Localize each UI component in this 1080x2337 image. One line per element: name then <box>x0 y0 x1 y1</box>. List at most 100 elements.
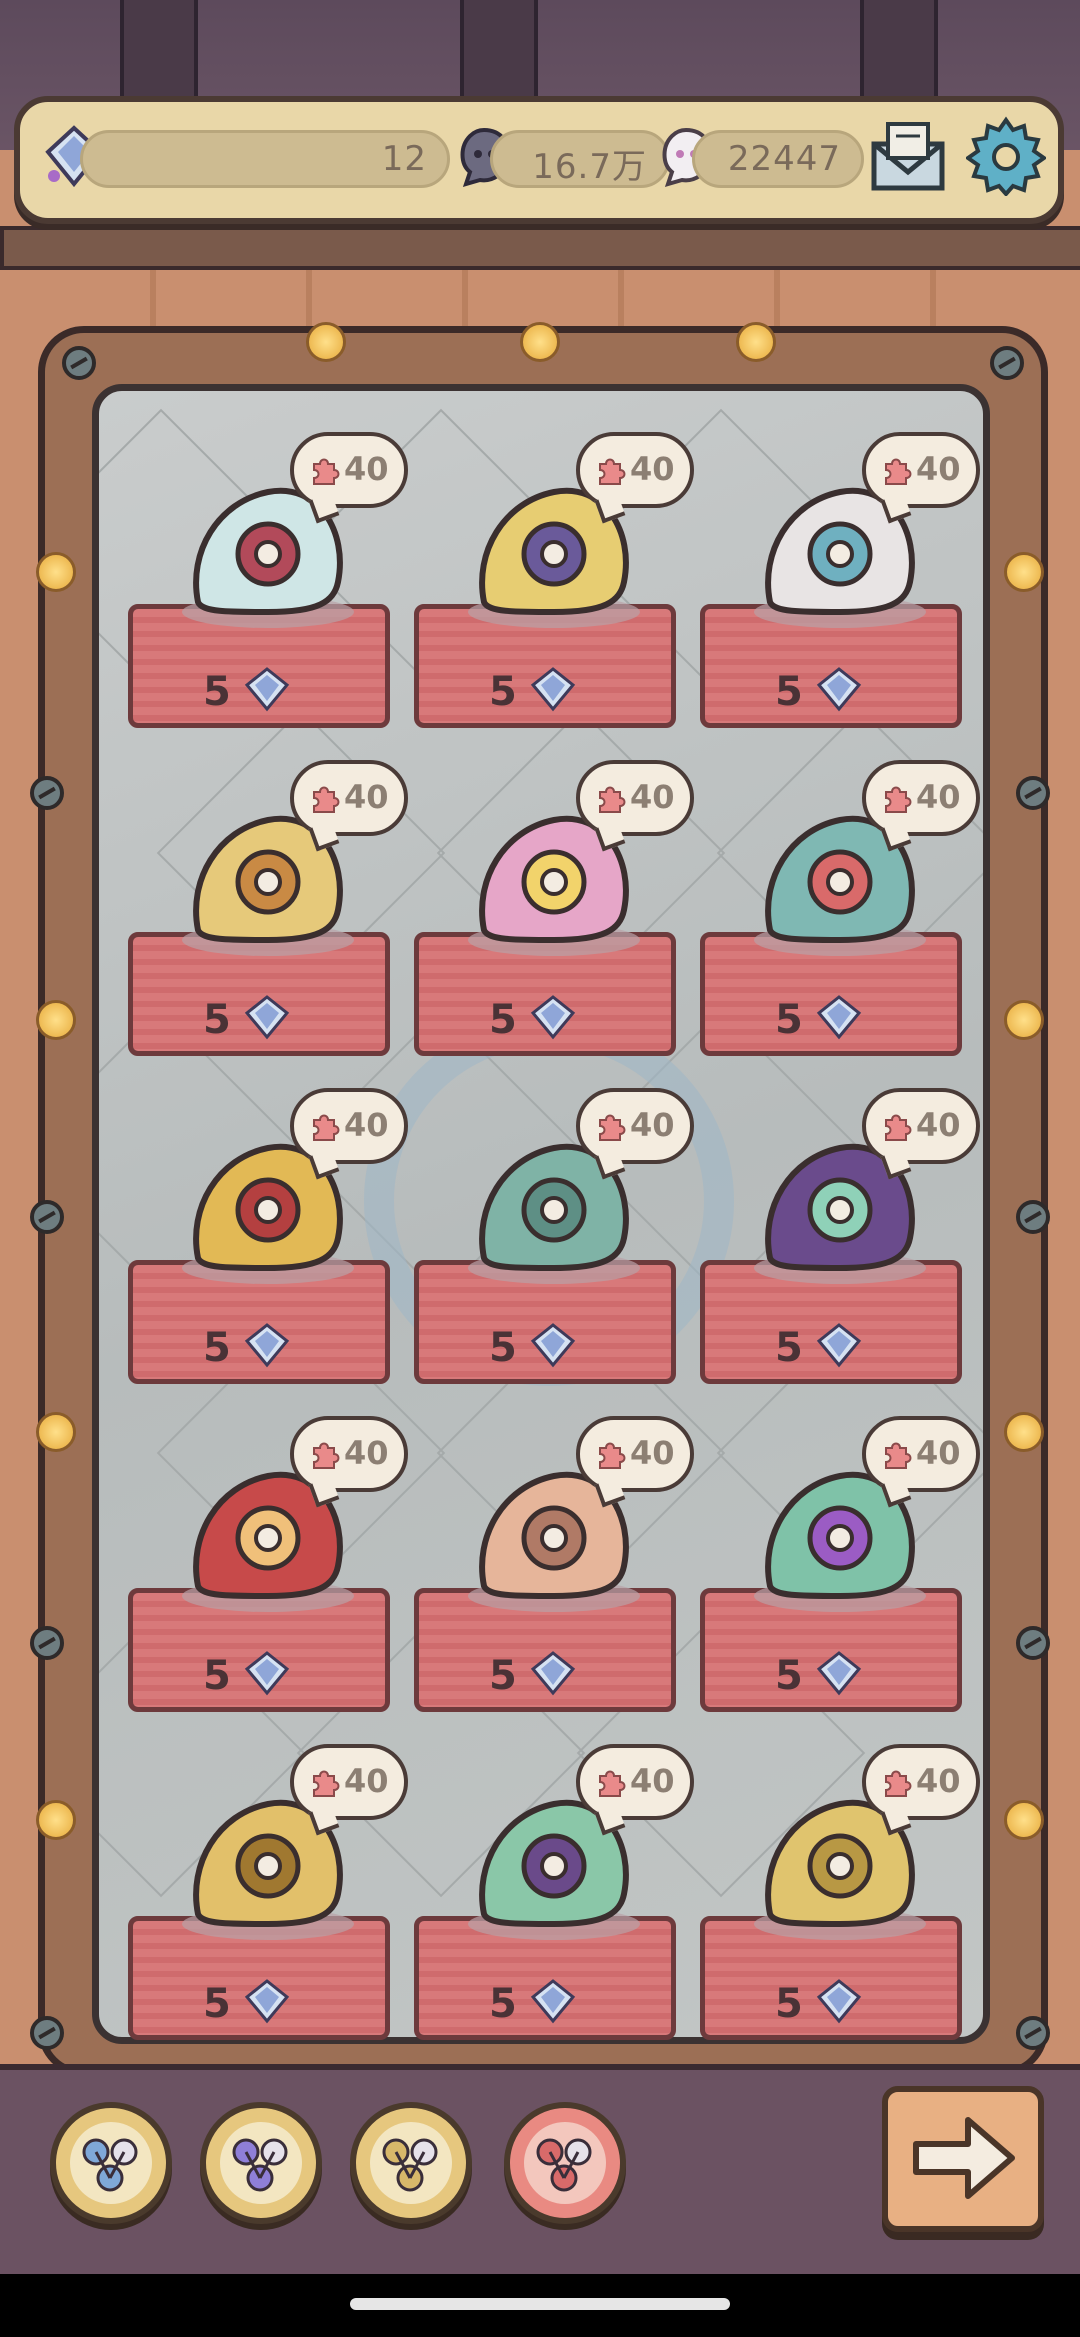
lamp <box>36 552 76 592</box>
lamp <box>1004 1412 1044 1452</box>
item-price: 5 <box>203 669 231 715</box>
reward-bubble: 40 <box>862 1088 980 1164</box>
reward-bubble: 40 <box>290 1088 408 1164</box>
home-indicator[interactable] <box>350 2298 730 2310</box>
dark-soul-counter: 16.7万 <box>490 130 670 188</box>
gem-icon <box>530 1979 576 2024</box>
gem-icon <box>530 667 576 712</box>
reward-bubble: 40 <box>576 1744 694 1820</box>
gem-icon <box>244 667 290 712</box>
reward-count: 40 <box>916 450 961 488</box>
reward-count: 40 <box>344 778 389 816</box>
lamp <box>736 322 776 362</box>
reward-count: 40 <box>630 778 675 816</box>
gem-icon <box>530 1323 576 1368</box>
shop-item-green-horned-hat[interactable]: 5 40 <box>414 1088 694 1388</box>
item-price: 5 <box>775 997 803 1043</box>
lamp <box>1004 552 1044 592</box>
item-price: 5 <box>203 997 231 1043</box>
reward-count: 40 <box>344 450 389 488</box>
puzzle-icon <box>885 1770 912 1797</box>
gear-icon[interactable] <box>966 116 1046 196</box>
tab-inner <box>524 2122 606 2204</box>
gem-icon <box>816 667 862 712</box>
lamp <box>36 1412 76 1452</box>
shop-item-purple-cyclops-pod[interactable]: 5 40 <box>700 1416 980 1716</box>
mail-icon[interactable] <box>868 116 948 196</box>
dark-soul-count: 16.7万 <box>532 147 647 187</box>
bolt <box>30 2016 64 2050</box>
item-price: 5 <box>203 1981 231 2027</box>
shop-item-golden-amulet[interactable]: 5 40 <box>414 432 694 732</box>
tab-blue-gears[interactable] <box>50 2102 172 2224</box>
tab-red-gears[interactable] <box>504 2102 626 2224</box>
light-soul-counter: 22447 <box>692 130 864 188</box>
shop-item-jeweled-crown[interactable]: 5 40 <box>414 1744 694 2044</box>
item-price: 5 <box>775 1653 803 1699</box>
puzzle-icon <box>313 458 340 485</box>
tab-yellow-gears[interactable] <box>350 2102 472 2224</box>
puzzle-icon <box>599 458 626 485</box>
gem-icon <box>816 1979 862 2024</box>
shop-item-toothed-tentacle[interactable]: 5 40 <box>700 760 980 1060</box>
puzzle-icon <box>885 458 912 485</box>
shop-item-winged-nest[interactable]: 5 40 <box>414 1416 694 1716</box>
next-button[interactable] <box>882 2086 1044 2232</box>
shop-item-purple-eye-stalk[interactable]: 5 40 <box>700 1088 980 1388</box>
reward-bubble: 40 <box>576 432 694 508</box>
shop-item-crystal-crown[interactable]: 5 40 <box>128 432 408 732</box>
tab-inner <box>70 2122 152 2204</box>
reward-bubble: 40 <box>576 1088 694 1164</box>
puzzle-icon <box>885 1442 912 1469</box>
puzzle-icon <box>885 786 912 813</box>
reward-count: 40 <box>344 1106 389 1144</box>
reward-count: 40 <box>916 1434 961 1472</box>
bolt <box>1016 776 1050 810</box>
resource-bar: 12 16.7万 22447 <box>14 96 1064 224</box>
puzzle-icon <box>599 1770 626 1797</box>
puzzle-icon <box>313 1770 340 1797</box>
gears-icon <box>232 2138 288 2192</box>
arrow-right-icon <box>913 2117 1015 2199</box>
puzzle-icon <box>885 1114 912 1141</box>
reward-count: 40 <box>344 1762 389 1800</box>
reward-bubble: 40 <box>290 1416 408 1492</box>
gem-icon <box>816 995 862 1040</box>
shop-item-red-eye-stalk[interactable]: 5 40 <box>128 1416 408 1716</box>
gem-icon <box>530 1651 576 1696</box>
reward-bubble: 40 <box>862 1416 980 1492</box>
puzzle-icon <box>313 1442 340 1469</box>
reward-bubble: 40 <box>290 1744 408 1820</box>
item-price: 5 <box>203 1325 231 1371</box>
tab-purple-gears[interactable] <box>200 2102 322 2224</box>
puzzle-icon <box>599 786 626 813</box>
lamp <box>520 322 560 362</box>
item-price: 5 <box>489 1653 517 1699</box>
shop-item-flaming-scroll[interactable]: 5 40 <box>128 760 408 1060</box>
bolt <box>30 776 64 810</box>
gem-icon <box>816 1651 862 1696</box>
light-soul-count: 22447 <box>727 139 841 179</box>
lamp <box>36 1800 76 1840</box>
reward-bubble: 40 <box>862 432 980 508</box>
gem-icon <box>244 1979 290 2024</box>
shop-item-rainbow-horn[interactable]: 5 40 <box>414 760 694 1060</box>
gears-icon <box>536 2138 592 2192</box>
shop-item-golden-mask[interactable]: 5 40 <box>128 1744 408 2044</box>
item-price: 5 <box>489 669 517 715</box>
shop-item-golden-horn[interactable]: 5 40 <box>700 1744 980 2044</box>
reward-count: 40 <box>916 1106 961 1144</box>
puzzle-icon <box>599 1114 626 1141</box>
lamp <box>1004 1000 1044 1040</box>
shop-item-spiked-eyeball-dome[interactable]: 5 40 <box>700 432 980 732</box>
bolt <box>30 1626 64 1660</box>
item-price: 5 <box>775 1981 803 2027</box>
shop-item-golden-ear[interactable]: 5 40 <box>128 1088 408 1388</box>
reward-count: 40 <box>916 778 961 816</box>
reward-bubble: 40 <box>862 760 980 836</box>
item-price: 5 <box>489 997 517 1043</box>
reward-count: 40 <box>630 450 675 488</box>
reward-bubble: 40 <box>290 760 408 836</box>
gears-icon <box>382 2138 438 2192</box>
gem-icon <box>244 995 290 1040</box>
